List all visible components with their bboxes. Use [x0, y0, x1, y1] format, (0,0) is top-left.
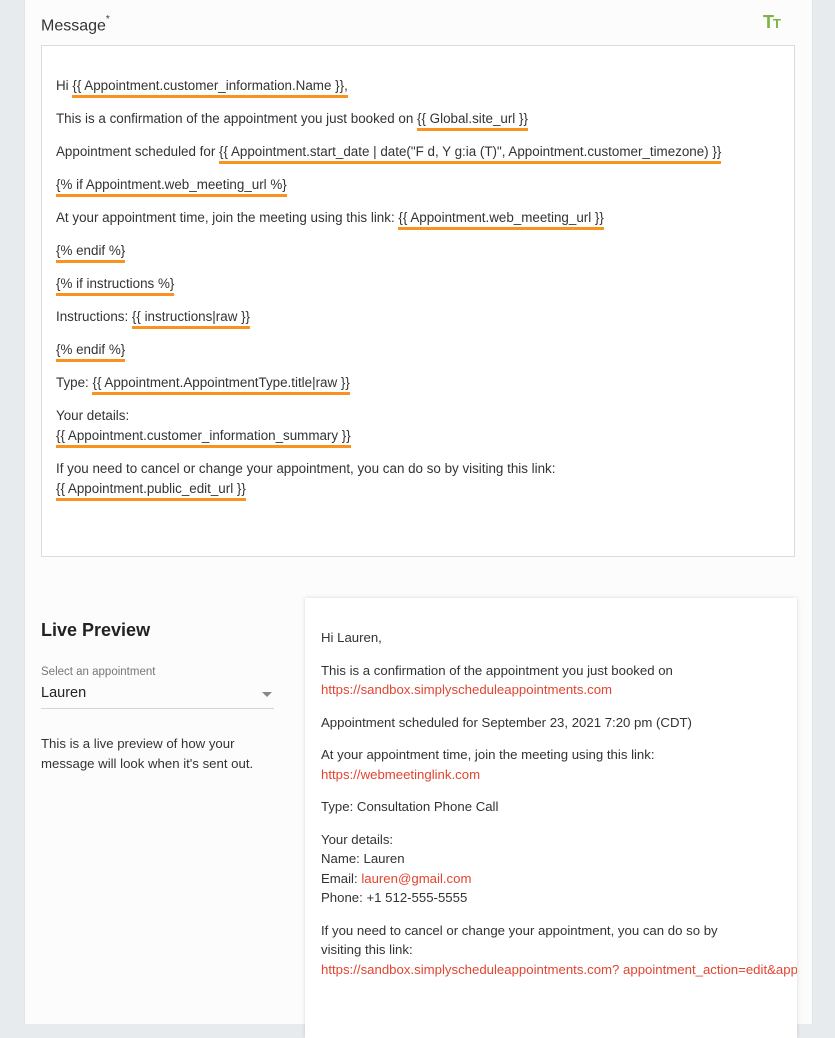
template-token[interactable]: {{ Appointment.customer_information.Name…: [72, 78, 348, 98]
editor-line: {% if instructions %}: [56, 274, 780, 296]
preview-cancel-text-1: If you need to cancel or change your app…: [321, 922, 718, 938]
template-token[interactable]: {{ Appointment.start_date | date("F d, Y…: [219, 144, 722, 164]
editor-line: Type: {{ Appointment.AppointmentType.tit…: [56, 373, 780, 395]
message-preview-card: Hi Lauren, This is a confirmation of the…: [305, 598, 797, 1038]
preview-cancel-text-2: visiting this link:: [321, 942, 413, 957]
preview-meeting-url-link[interactable]: https://webmeetinglink.com: [321, 767, 480, 782]
live-preview-description: This is a live preview of how your messa…: [41, 736, 254, 771]
preview-confirmation-text: This is a confirmation of the appointmen…: [321, 662, 673, 678]
editor-line: At your appointment time, join the meeti…: [56, 208, 780, 230]
notification-editor-panel: Message* TT Hi {{ Appointment.customer_i…: [24, 0, 813, 1038]
appointment-select-label: Select an appointment: [41, 666, 156, 678]
template-token[interactable]: {% endif %}: [56, 342, 126, 362]
editor-text: Type:: [56, 375, 93, 390]
preview-details: Your details: Name: Lauren Email: lauren…: [321, 830, 797, 908]
editor-line: Appointment scheduled for {{ Appointment…: [56, 142, 780, 164]
preview-edit-url-link-1[interactable]: https://sandbox.simplyscheduleappointmen…: [321, 962, 619, 977]
editor-text: At your appointment time, join the meeti…: [56, 210, 399, 225]
template-token[interactable]: {{ Appointment.web_meeting_url }}: [398, 210, 604, 230]
message-editor[interactable]: Hi {{ Appointment.customer_information.N…: [41, 45, 795, 557]
editor-line: This is a confirmation of the appointmen…: [56, 109, 780, 131]
preview-edit-url-link-2[interactable]: appointment_action=edit&appointment_toke…: [623, 962, 797, 977]
appointment-select[interactable]: Select an appointment Lauren: [41, 666, 274, 709]
editor-text: Appointment scheduled for: [56, 144, 220, 159]
editor-line: Hi {{ Appointment.customer_information.N…: [56, 76, 780, 98]
preview-email-link[interactable]: lauren@gmail.com: [361, 871, 471, 886]
preview-meeting-text: At your appointment time, join the meeti…: [321, 747, 655, 762]
template-token[interactable]: {% endif %}: [56, 243, 126, 263]
template-token[interactable]: {{ Global.site_url }}: [417, 111, 528, 131]
preview-details-phone: Phone: +1 512-555-5555: [321, 890, 468, 905]
template-token[interactable]: {{ instructions|raw }}: [131, 309, 251, 329]
template-token[interactable]: {{ Appointment.AppointmentType.title|raw…: [92, 375, 350, 395]
editor-line: {{ Appointment.public_edit_url }}: [56, 479, 780, 501]
preview-confirmation: This is a confirmation of the appointmen…: [321, 661, 797, 700]
preview-site-url-link[interactable]: https://sandbox.simplyscheduleappointmen…: [321, 682, 612, 697]
editor-line: {% endif %}: [56, 340, 780, 362]
preview-details-heading: Your details:: [321, 831, 394, 847]
editor-text: Instructions:: [56, 309, 132, 324]
preview-type: Type: Consultation Phone Call: [321, 799, 499, 814]
preview-email-label: Email:: [321, 870, 362, 886]
editor-line: Your details:: [56, 406, 780, 426]
preview-meeting: At your appointment time, join the meeti…: [321, 745, 797, 784]
required-mark: *: [105, 14, 110, 25]
text-size-icon[interactable]: TT: [763, 12, 783, 32]
editor-line: {% if Appointment.web_meeting_url %}: [56, 175, 780, 197]
preview-details-name: Name: Lauren: [321, 851, 405, 866]
preview-details-email: Email: lauren@gmail.com: [321, 869, 797, 889]
template-token[interactable]: {% if instructions %}: [56, 276, 175, 296]
template-token[interactable]: {% if Appointment.web_meeting_url %}: [56, 177, 287, 197]
message-field-label: Message*: [41, 14, 110, 35]
appointment-select-value: Lauren: [41, 685, 87, 701]
live-preview-title: Live Preview: [41, 620, 151, 640]
dropdown-caret-icon[interactable]: [262, 692, 272, 697]
preview-scheduled: Appointment scheduled for September 23, …: [321, 714, 692, 730]
editor-line: If you need to cancel or change your app…: [56, 459, 780, 479]
editor-line: {% endif %}: [56, 241, 780, 263]
template-token[interactable]: {{ Appointment.public_edit_url }}: [56, 481, 246, 501]
editor-text: Hi: [56, 78, 73, 93]
editor-line: {{ Appointment.customer_information_summ…: [56, 426, 780, 448]
template-token[interactable]: {{ Appointment.customer_information_summ…: [56, 428, 351, 448]
message-label-text: Message: [41, 17, 106, 35]
editor-text: Your details:: [56, 408, 130, 423]
preview-cancel: If you need to cancel or change your app…: [321, 921, 797, 980]
editor-text: If you need to cancel or change your app…: [56, 461, 556, 476]
preview-greeting: Hi Lauren,: [321, 630, 382, 645]
editor-line: Instructions: {{ instructions|raw }}: [56, 307, 780, 329]
editor-text: This is a confirmation of the appointmen…: [56, 111, 418, 126]
